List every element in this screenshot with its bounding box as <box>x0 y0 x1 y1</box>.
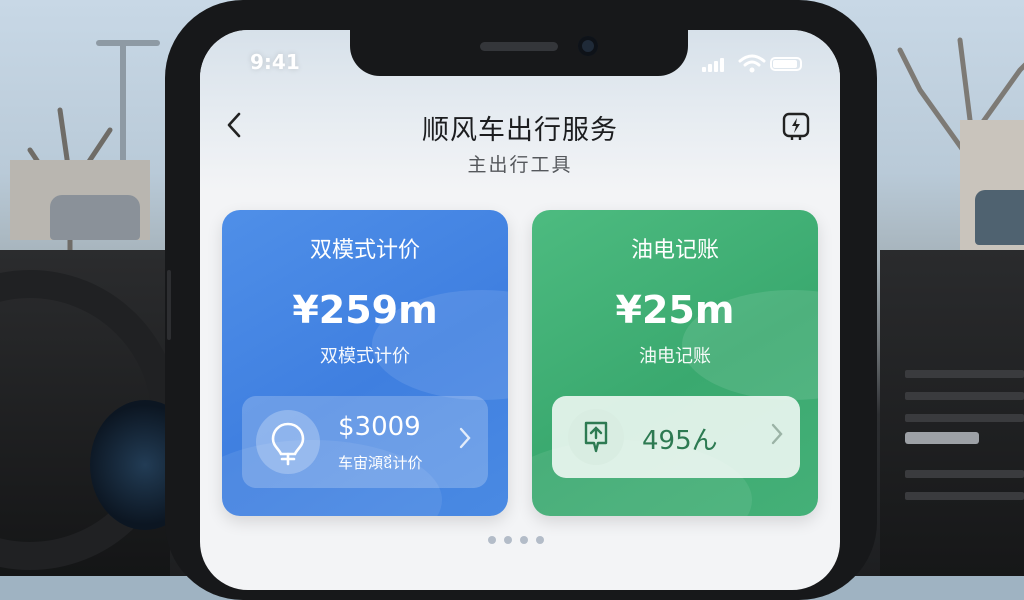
pricing-card[interactable]: 双模式计价 ¥259m 双模式计价 $3009 车宙澒ឪ计价 <box>222 210 508 516</box>
status-time: 9:41 <box>250 50 300 74</box>
page-dot[interactable] <box>536 536 544 544</box>
chevron-right-icon <box>771 423 783 445</box>
fuel-detail-row[interactable]: 495ん <box>552 396 800 478</box>
page-dot[interactable] <box>504 536 512 544</box>
status-icons <box>702 54 812 74</box>
air-vent <box>905 392 1024 400</box>
card-value: ¥259m <box>292 288 438 332</box>
page-subtitle: 主出行工具 <box>467 154 573 176</box>
page-dot[interactable] <box>488 536 496 544</box>
detail-value: 495ん <box>642 426 718 456</box>
front-camera <box>578 36 598 56</box>
card-title: 双模式计价 <box>309 238 420 263</box>
signal-icon <box>702 56 728 72</box>
charging-station-icon[interactable] <box>780 110 812 142</box>
parked-car <box>975 190 1024 245</box>
battery-icon <box>770 57 802 71</box>
lightbulb-icon <box>256 410 320 474</box>
fuel-charge-icon <box>568 409 624 465</box>
air-vent <box>905 414 1024 422</box>
detail-value: $3009 <box>338 412 421 442</box>
app-header: 顺风车出行服务 主出行工具 <box>200 100 840 190</box>
pricing-detail-row[interactable]: $3009 车宙澒ឪ计价 <box>242 396 488 488</box>
card-title: 油电记账 <box>630 238 719 263</box>
card-value: ¥25m <box>615 288 735 332</box>
wifi-icon <box>738 54 766 73</box>
dashboard-right <box>880 250 1024 576</box>
fuel-ledger-card[interactable]: 油电记账 ¥25m 油电记账 495ん <box>532 210 818 516</box>
detail-label: 车宙澒ឪ计价 <box>338 454 423 472</box>
phone-side-button <box>167 270 171 340</box>
street-lamp-arm <box>96 40 160 46</box>
card-subtitle: 双模式计价 <box>320 346 410 367</box>
air-vent <box>905 492 1024 500</box>
card-subtitle: 油电记账 <box>639 346 711 367</box>
vent-knob <box>905 432 979 444</box>
parked-car <box>50 195 140 240</box>
chevron-right-icon <box>459 427 471 449</box>
phone-screen: 9:41 顺风车出行服务 主出行工具 双模式计价 ¥259m 双模式计价 $30… <box>200 30 840 590</box>
page-indicator[interactable] <box>488 534 552 546</box>
speaker-grille <box>480 42 558 51</box>
page-title: 顺风车出行服务 <box>422 115 618 146</box>
notch <box>350 30 688 76</box>
air-vent <box>905 370 1024 378</box>
air-vent <box>905 470 1024 478</box>
page-dot[interactable] <box>520 536 528 544</box>
